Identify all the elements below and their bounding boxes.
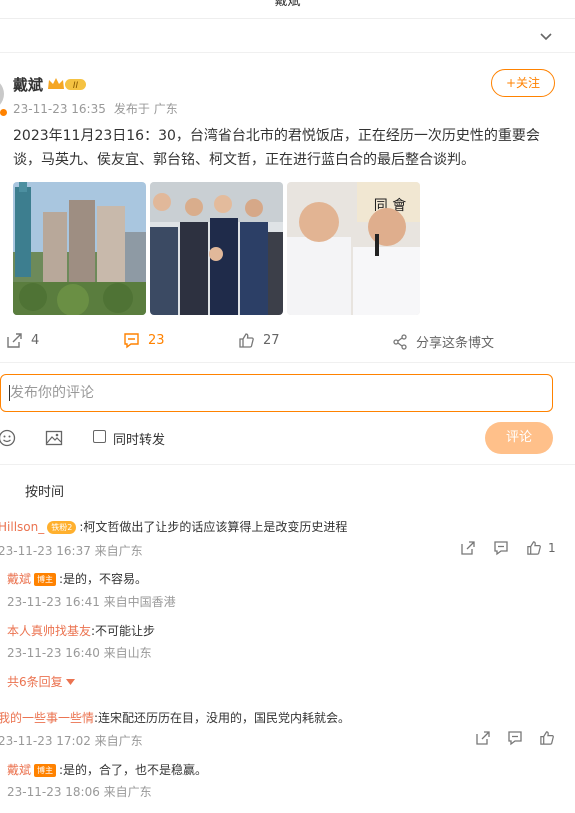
comment-input[interactable] (1, 375, 552, 411)
comment-row: Hillson_ 铁粉2:柯文哲做出了让步的话应该算得上是改变历史进程 (0, 518, 347, 535)
post-action-bar: 4 23 27 分享这条博文 (0, 332, 575, 352)
post-photo-1[interactable] (13, 182, 146, 315)
post-photo-3[interactable]: 同 會 (287, 182, 420, 315)
repost-button[interactable]: 4 (6, 332, 39, 349)
image-icon[interactable] (45, 429, 63, 447)
host-badge: 博主 (34, 764, 57, 777)
post-time[interactable]: 23-11-23 16:35 (13, 102, 106, 116)
two-politicians-photo: 同 會 (287, 182, 420, 315)
sort-by-time[interactable]: 按时间 (25, 481, 64, 500)
divider (0, 464, 575, 465)
thumbs-up-icon (239, 333, 254, 348)
comment-icon[interactable] (507, 730, 523, 746)
repost-checkbox[interactable] (93, 430, 106, 443)
comment-icon (124, 333, 139, 349)
fan-badge: 铁粉2 (47, 521, 77, 534)
more-replies-label: 共6条回复 (7, 675, 63, 689)
reply-text: :不可能让步 (91, 624, 156, 638)
repost-checkbox-label[interactable]: 同时转发 (113, 429, 165, 448)
share-label: 分享这条博文 (416, 336, 495, 351)
reply-text: :是的，合了，也不是稳赢。 (59, 763, 208, 777)
reply-time: 23-11-23 16:40 来自山东 (7, 646, 152, 660)
header-divider (0, 18, 575, 19)
like-count: 27 (263, 333, 280, 348)
post-text: 2023年11月23日16：30，台湾省台北市的君悦饭店，正在经历一次历史性的重… (13, 128, 540, 168)
avatar[interactable] (0, 78, 4, 110)
page-title: 戴斌 (274, 0, 301, 9)
caret-down-icon (66, 679, 76, 685)
follow-button[interactable]: +关注 (491, 69, 555, 97)
comment-button[interactable]: 23 (123, 332, 165, 349)
repost-icon[interactable] (475, 730, 491, 746)
comment-icon[interactable] (493, 540, 509, 556)
share-button[interactable]: 分享这条博文 (392, 332, 494, 351)
like-button[interactable]: 27 (238, 332, 280, 349)
comment-like-count: 1 (548, 541, 556, 555)
reply-text: :是的，不容易。 (59, 572, 148, 586)
chevron-down-icon[interactable] (539, 29, 553, 43)
thumbs-up-icon[interactable] (526, 540, 542, 556)
reply-author[interactable]: 戴斌 (7, 763, 31, 777)
repost-icon (7, 333, 22, 348)
comment-time: 23-11-23 16:37 来自广东 (0, 544, 143, 558)
comment-time: 23-11-23 17:02 来自广东 (0, 734, 143, 748)
emoji-icon[interactable] (0, 429, 16, 447)
comment-row: 我的一些事一些情:连宋配还历历在目，没用的，国民党内耗就会。 (0, 709, 350, 726)
verified-badge-icon (0, 108, 8, 117)
group-handshake-photo (150, 182, 283, 315)
post-photo-2[interactable] (150, 182, 283, 315)
post-author-name[interactable]: 戴斌 (13, 74, 43, 95)
reply-author[interactable]: 戴斌 (7, 572, 31, 586)
post-source: 发布于 广东 (113, 102, 178, 116)
host-badge: 博主 (34, 573, 57, 586)
comment-actions (475, 730, 555, 746)
text-cursor (9, 385, 10, 401)
comment-text: :柯文哲做出了让步的话应该算得上是改变历史进程 (79, 520, 348, 534)
commenter-name[interactable]: 我的一些事一些情 (0, 711, 94, 725)
divider (0, 52, 575, 53)
comment-text: :连宋配还历历在目，没用的，国民党内耗就会。 (94, 711, 351, 725)
reply-time: 23-11-23 18:06 来自广东 (7, 785, 152, 799)
comment-count: 23 (148, 333, 165, 348)
share-icon (393, 333, 407, 350)
crown-level-badge-icon: II (48, 78, 86, 91)
thumbs-up-icon[interactable] (539, 730, 555, 746)
reply-row: 戴斌 博主:是的，合了，也不是稳赢。 (7, 761, 207, 778)
submit-comment-button[interactable]: 评论 (485, 422, 553, 454)
repost-count: 4 (31, 333, 40, 348)
comment-input-box[interactable] (0, 374, 553, 412)
reply-author[interactable]: 本人真帅找基友 (7, 624, 91, 638)
repost-icon[interactable] (460, 540, 476, 556)
post-meta: 23-11-23 16:35 发布于 广东 (13, 100, 186, 117)
more-replies-link[interactable]: 共6条回复 (7, 673, 76, 690)
level-badge-text: II (73, 81, 79, 91)
city-skyline-photo (13, 182, 146, 315)
comment-actions: 1 (460, 540, 556, 556)
reply-time: 23-11-23 16:41 来自中国香港 (7, 595, 176, 609)
divider (0, 362, 575, 363)
commenter-name[interactable]: Hillson_ (0, 520, 44, 534)
reply-row: 戴斌 博主:是的，不容易。 (7, 570, 147, 587)
reply-row: 本人真帅找基友:不可能让步 (7, 622, 155, 639)
